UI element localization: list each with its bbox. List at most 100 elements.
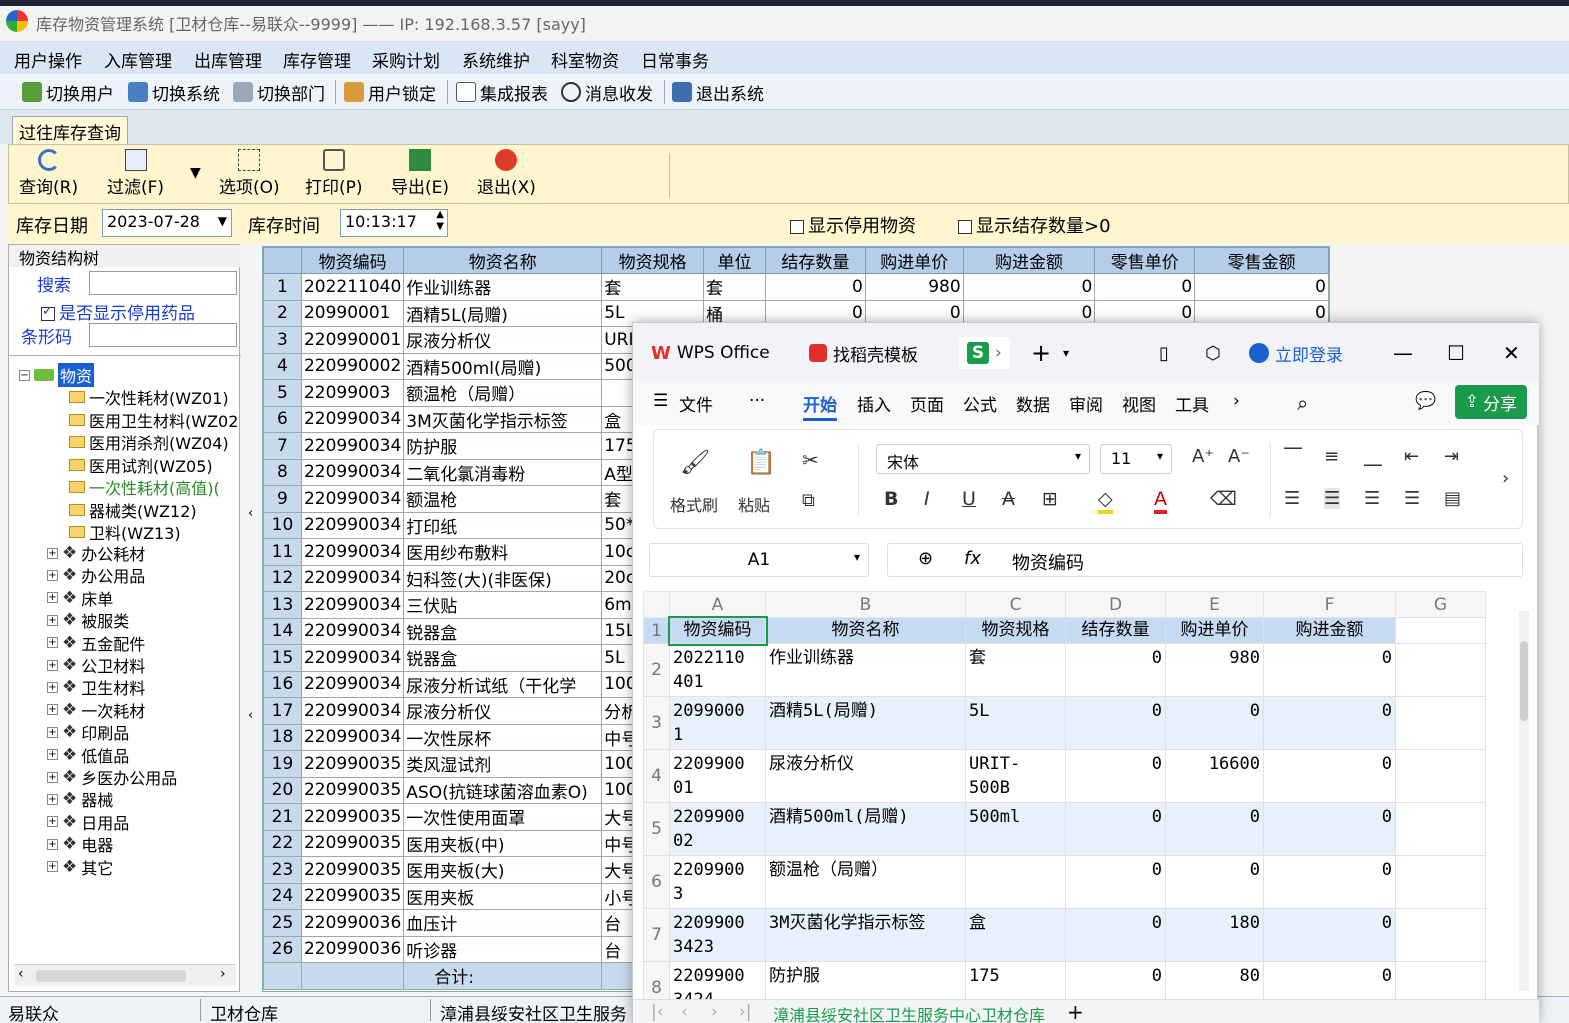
font-family-select[interactable]: 宋体 ▾: [876, 444, 1090, 474]
fill-color-icon[interactable]: ◇: [1098, 488, 1113, 514]
sheet-cell[interactable]: 0: [1065, 908, 1166, 962]
column-letter[interactable]: B: [765, 591, 966, 618]
next-sheet-icon[interactable]: ›: [711, 1002, 718, 1022]
stock-date-picker[interactable]: 2023-07-28 ▼: [102, 209, 232, 237]
user-lock-button[interactable]: 用户锁定: [344, 80, 436, 105]
distributed-icon[interactable]: ▤: [1444, 488, 1461, 509]
indent-decrease-icon[interactable]: ⇤: [1404, 446, 1419, 467]
column-letter[interactable]: D: [1065, 591, 1166, 618]
italic-button[interactable]: I: [924, 488, 930, 510]
new-tab-button[interactable]: +: [1031, 337, 1051, 369]
sheet-cell[interactable]: 酒精500ml(局赠): [765, 802, 966, 856]
tree-folder-item[interactable]: 医用试剂(WZ05): [69, 453, 213, 477]
filter-button[interactable]: 过滤(F): [107, 149, 164, 198]
row-header[interactable]: 3: [643, 696, 670, 750]
tree-group-item[interactable]: + ❖ 办公耗材: [47, 541, 145, 565]
search-input[interactable]: [89, 271, 237, 295]
tree-horizontal-scrollbar[interactable]: ‹ ›: [14, 964, 236, 986]
format-painter-icon[interactable]: 🖌: [680, 448, 710, 476]
sheet-cell[interactable]: 套: [965, 643, 1066, 697]
menu-hamburger-icon[interactable]: ☰: [653, 391, 668, 411]
column-header[interactable]: 购进金额: [962, 247, 1096, 274]
sheet-cell[interactable]: 3M灭菌化学指示标签: [765, 908, 966, 962]
tree-group-item[interactable]: + ❖ 器械: [47, 787, 113, 811]
export-button[interactable]: 导出(E): [391, 149, 449, 198]
row-header[interactable]: 4: [643, 749, 670, 803]
share-button[interactable]: ⇪ 分享: [1455, 385, 1527, 419]
print-button[interactable]: 打印(P): [305, 149, 363, 198]
sheet-cell[interactable]: 2099000 1: [669, 696, 766, 750]
sheet-cell[interactable]: [1395, 749, 1486, 803]
tree-group-item[interactable]: + ❖ 卫生材料: [47, 675, 145, 699]
sheet-cell[interactable]: 0: [1065, 802, 1166, 856]
sheet-cell[interactable]: 980: [1165, 643, 1264, 697]
first-sheet-icon[interactable]: |‹: [651, 1002, 664, 1022]
paste-icon[interactable]: 📋: [746, 448, 776, 476]
cut-icon[interactable]: ✂: [802, 448, 819, 472]
tree-group-item[interactable]: + ❖ 被服类: [47, 608, 129, 632]
paste-button[interactable]: 粘贴: [738, 492, 770, 516]
sheet-cell[interactable]: 500ml: [965, 802, 1066, 856]
scroll-right-icon[interactable]: ›: [220, 966, 226, 982]
sheet-header-cell[interactable]: 购进单价: [1165, 617, 1264, 644]
switch-user-button[interactable]: 切换用户: [22, 80, 114, 105]
window-layout-icon[interactable]: ▯: [1159, 337, 1169, 369]
sheet-cell[interactable]: 2209900 01: [669, 749, 766, 803]
row-header[interactable]: 7: [643, 908, 670, 962]
indent-increase-icon[interactable]: ⇥: [1444, 446, 1459, 467]
format-painter-button[interactable]: 格式刷: [670, 492, 718, 516]
align-middle-icon[interactable]: ≡: [1324, 446, 1339, 467]
close-button[interactable]: ✕: [1503, 337, 1520, 369]
sheet-cell[interactable]: 酒精5L(局赠): [765, 696, 966, 750]
underline-button[interactable]: U: [962, 488, 976, 510]
chat-icon[interactable]: 💬: [1415, 391, 1436, 411]
sheet-tab[interactable]: 漳浦县绥安社区卫生服务中心卫材仓库: [773, 1002, 1045, 1023]
tree-group-item[interactable]: + ❖ 日用品: [47, 810, 129, 834]
menu-dept-goods[interactable]: 科室物资: [551, 47, 619, 72]
font-size-select[interactable]: 11 ▾: [1100, 444, 1172, 474]
messages-button[interactable]: 消息收发: [561, 80, 653, 105]
menu-purchase[interactable]: 采购计划: [372, 47, 440, 72]
sheet-cell[interactable]: 作业训练器: [765, 643, 966, 697]
scroll-thumb[interactable]: [1520, 641, 1528, 721]
tree-group-item[interactable]: + ❖ 低值品: [47, 743, 129, 767]
quit-button[interactable]: 退出(X): [477, 149, 536, 198]
menu-stock[interactable]: 库存管理: [283, 47, 351, 72]
sheet-cell[interactable]: [1395, 908, 1486, 962]
sheet-cell[interactable]: 0: [1263, 802, 1396, 856]
tree-group-item[interactable]: + ❖ 电器: [47, 832, 113, 856]
column-header[interactable]: 物资编码: [300, 247, 405, 274]
row-header[interactable]: 6: [643, 855, 670, 909]
sheet-cell[interactable]: 尿液分析仪: [765, 749, 966, 803]
scroll-left-icon[interactable]: ‹: [18, 966, 24, 982]
tree-group-item[interactable]: + ❖ 一次耗材: [47, 698, 145, 722]
menu-user-ops[interactable]: 用户操作: [14, 47, 82, 72]
row-header[interactable]: 5: [643, 802, 670, 856]
sheet-cell[interactable]: 0: [1263, 855, 1396, 909]
column-letter[interactable]: A: [669, 591, 766, 618]
tree-folder-item[interactable]: 一次性耗材(WZ01): [69, 385, 229, 409]
menu-system[interactable]: 系统维护: [462, 47, 530, 72]
cube-icon[interactable]: ⬡: [1205, 337, 1221, 369]
integrated-report-button[interactable]: 集成报表: [456, 80, 548, 105]
sheet-cell[interactable]: 0: [1263, 908, 1396, 962]
menu-outbound[interactable]: 出库管理: [194, 47, 262, 72]
last-sheet-icon[interactable]: ›|: [739, 1002, 752, 1022]
sheet-header-cell[interactable]: 物资名称: [765, 617, 966, 644]
column-header[interactable]: 零售单价: [1094, 247, 1196, 274]
sheet-cell[interactable]: 2022110 401: [669, 643, 766, 697]
row-header[interactable]: 2: [643, 643, 670, 697]
tree-folder-item[interactable]: 器械类(WZ12): [69, 498, 197, 522]
function-icon[interactable]: fx: [964, 548, 981, 569]
barcode-input[interactable]: [89, 323, 237, 347]
justify-icon[interactable]: ☰: [1404, 488, 1420, 509]
sheet-cell[interactable]: 2209900 3: [669, 855, 766, 909]
sheet-cell[interactable]: 16600: [1165, 749, 1264, 803]
chevron-down-icon[interactable]: ▾: [1063, 337, 1069, 369]
sheet-cell[interactable]: 0: [1263, 749, 1396, 803]
column-header[interactable]: 结存数量: [764, 247, 866, 274]
switch-system-button[interactable]: 切换系统: [128, 80, 220, 105]
panel-splitter[interactable]: ‹ ‹: [244, 244, 260, 992]
sheet-cell[interactable]: 盒: [965, 908, 1066, 962]
sheet-cell[interactable]: 5L: [965, 696, 1066, 750]
